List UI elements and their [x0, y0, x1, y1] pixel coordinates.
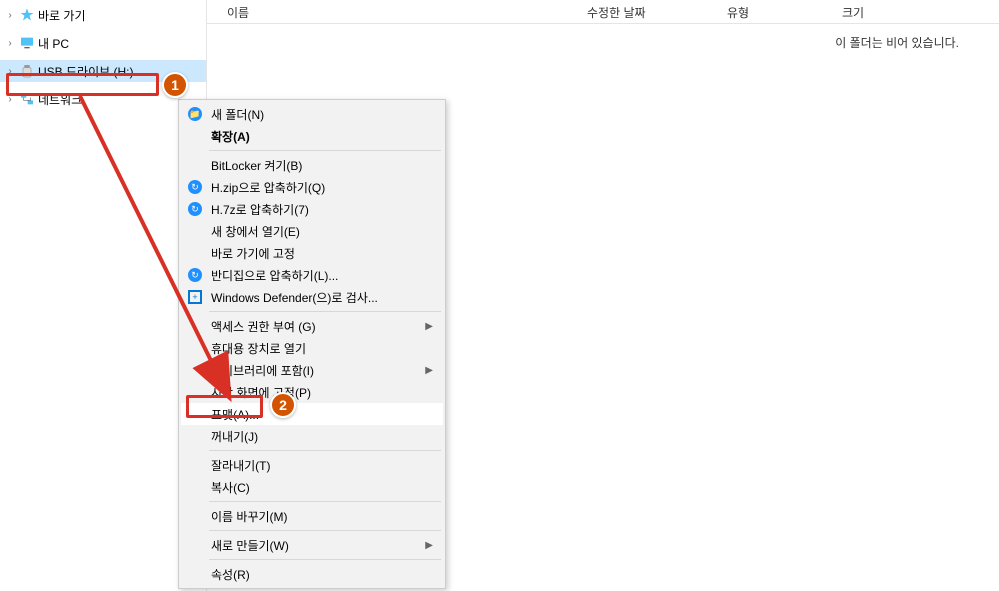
ctx-label: BitLocker 켜기(B) [211, 157, 302, 174]
column-header-size[interactable]: 크기 [834, 0, 934, 23]
annotation-box-1 [6, 73, 159, 96]
context-menu: 📁 새 폴더(N) 확장(A) BitLocker 켜기(B) ↻ H.zip으… [178, 99, 446, 589]
column-header-type[interactable]: 유형 [719, 0, 834, 23]
ctx-label: 확장(A) [211, 128, 250, 145]
ctx-access[interactable]: 액세스 권한 부여 (G) ▶ [181, 315, 443, 337]
separator [209, 530, 441, 531]
bandizip-icon: ↻ [187, 267, 203, 283]
ctx-label: 잘라내기(T) [211, 457, 270, 474]
ctx-label: 속성(R) [211, 566, 250, 583]
ctx-bitlocker[interactable]: BitLocker 켜기(B) [181, 154, 443, 176]
defender-icon: + [187, 289, 203, 305]
folder-icon: 📁 [187, 106, 203, 122]
ctx-new-window[interactable]: 새 창에서 열기(E) [181, 220, 443, 242]
ctx-library[interactable]: 라이브러리에 포함(I) ▶ [181, 359, 443, 381]
ctx-7z[interactable]: ↻ H.7z로 압축하기(7) [181, 198, 443, 220]
ctx-portable[interactable]: 휴대용 장치로 열기 [181, 337, 443, 359]
ctx-label: 꺼내기(J) [211, 428, 258, 445]
sidebar-item-label: 내 PC [38, 35, 69, 52]
star-icon [18, 7, 36, 23]
ctx-label: 복사(C) [211, 479, 250, 496]
ctx-bandizip[interactable]: ↻ 반디집으로 압축하기(L)... [181, 264, 443, 286]
ctx-copy[interactable]: 복사(C) [181, 476, 443, 498]
ctx-label: H.7z로 압축하기(7) [211, 201, 309, 218]
bandizip-icon: ↻ [187, 179, 203, 195]
ctx-label: 새로 만들기(W) [211, 537, 289, 554]
chevron-right-icon: › [4, 10, 16, 21]
chevron-right-icon: ▶ [425, 321, 433, 332]
ctx-new[interactable]: 새로 만들기(W) ▶ [181, 534, 443, 556]
empty-folder-message: 이 폴더는 비어 있습니다. [207, 24, 999, 61]
separator [209, 559, 441, 560]
annotation-badge-1: 1 [162, 72, 188, 98]
separator [209, 150, 441, 151]
ctx-label: 반디집으로 압축하기(L)... [211, 267, 338, 284]
ctx-label: 이름 바꾸기(M) [211, 508, 288, 525]
ctx-expand[interactable]: 확장(A) [181, 125, 443, 147]
ctx-cut[interactable]: 잘라내기(T) [181, 454, 443, 476]
chevron-right-icon: › [4, 38, 16, 49]
sidebar-item-quick-access[interactable]: › 바로 가기 [0, 4, 206, 26]
ctx-eject[interactable]: 꺼내기(J) [181, 425, 443, 447]
ctx-properties[interactable]: 속성(R) [181, 563, 443, 585]
separator [209, 450, 441, 451]
sidebar-item-label: 바로 가기 [38, 7, 86, 24]
column-headers: 이름 수정한 날짜 유형 크기 [207, 0, 999, 24]
chevron-right-icon: ▶ [425, 365, 433, 376]
bandizip-icon: ↻ [187, 201, 203, 217]
ctx-defender[interactable]: + Windows Defender(으)로 검사... [181, 286, 443, 308]
separator [209, 501, 441, 502]
ctx-label: H.zip으로 압축하기(Q) [211, 179, 325, 196]
chevron-right-icon: ▶ [425, 540, 433, 551]
ctx-label: 바로 가기에 고정 [211, 245, 295, 262]
ctx-label: 액세스 권한 부여 (G) [211, 318, 316, 335]
sidebar-item-this-pc[interactable]: › 내 PC [0, 32, 206, 54]
column-header-date[interactable]: 수정한 날짜 [579, 0, 719, 23]
ctx-label: Windows Defender(으)로 검사... [211, 289, 378, 306]
ctx-zip[interactable]: ↻ H.zip으로 압축하기(Q) [181, 176, 443, 198]
pc-icon [18, 35, 36, 51]
ctx-label: 새 폴더(N) [211, 106, 264, 123]
ctx-pin-quick[interactable]: 바로 가기에 고정 [181, 242, 443, 264]
ctx-label: 라이브러리에 포함(I) [211, 362, 314, 379]
annotation-box-2 [186, 395, 263, 418]
ctx-label: 휴대용 장치로 열기 [211, 340, 306, 357]
ctx-label: 새 창에서 열기(E) [211, 223, 300, 240]
ctx-rename[interactable]: 이름 바꾸기(M) [181, 505, 443, 527]
annotation-badge-2: 2 [270, 392, 296, 418]
column-header-name[interactable]: 이름 [219, 0, 579, 23]
ctx-new-folder[interactable]: 📁 새 폴더(N) [181, 103, 443, 125]
separator [209, 311, 441, 312]
